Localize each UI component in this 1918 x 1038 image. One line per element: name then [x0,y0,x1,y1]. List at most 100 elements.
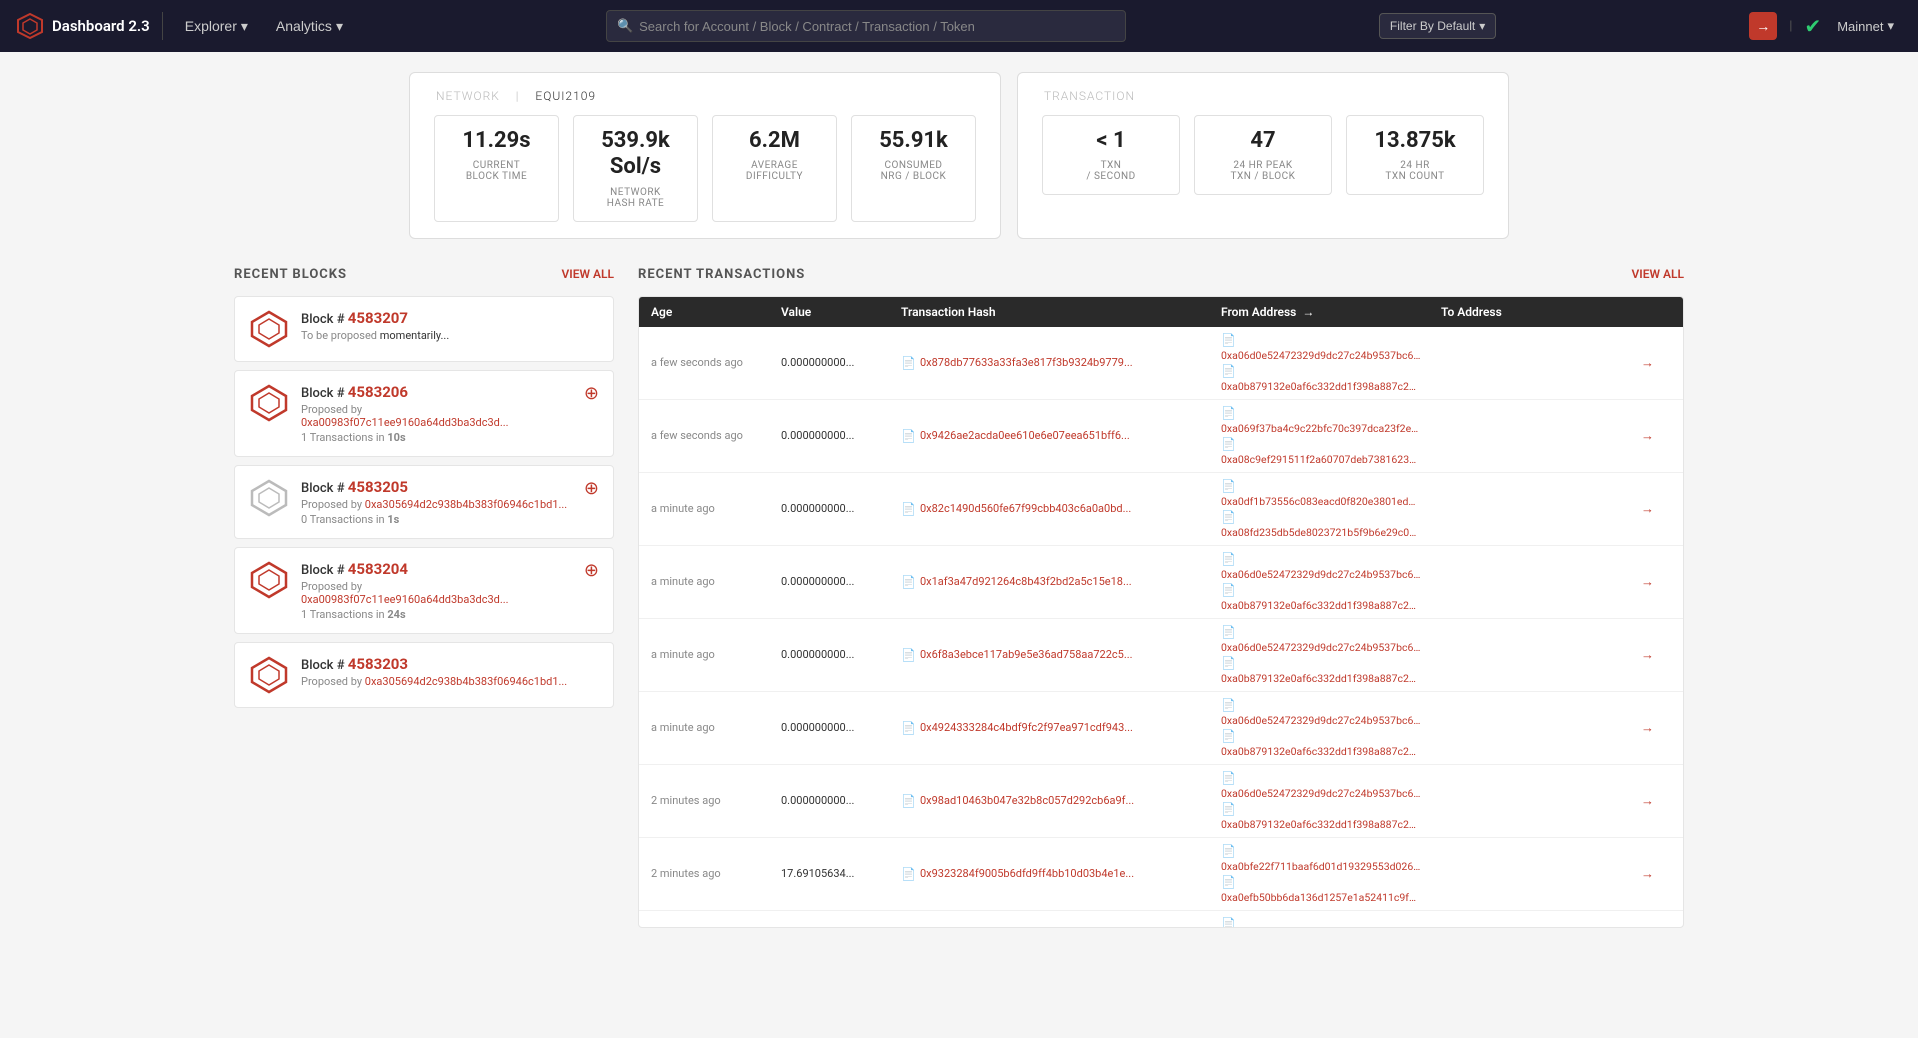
txn-hash[interactable]: 0x9426ae2acda0ee610e6e07eea651bff6... [920,429,1130,442]
stat-nrg-label: CONSUMEDNRG / BLOCK [862,160,965,182]
filter-button[interactable]: Filter By Default ▾ [1379,13,1496,39]
block-proposer-4583203[interactable]: 0xa305694d2c938b4b383f06946c1bd1... [365,675,567,688]
from-addr-2[interactable]: 0xa0b879132e0af6c332dd1f398a887c2c9aa1b3… [1221,745,1421,758]
txn-hash[interactable]: 0x6f8a3ebce117ab9e5e36ad758aa722c5... [920,648,1133,661]
table-row: a minute ago 0.000000000... 📄 0x6f8a3ebc… [639,619,1683,692]
txn-hash[interactable]: 0x9323284f9005b6dfd9ff4bb10d03b4e1e... [920,867,1134,880]
block-number-4583205: Block # 4583205 [301,478,572,496]
mainnet-chevron-icon: ▾ [1887,18,1894,34]
from-addr-2[interactable]: 0xa08fd235db5de8023721b5f9b6e29c0ee52539… [1221,526,1421,539]
txn-hash[interactable]: 0x98ad10463b047e32b8c057d292cb6a9f... [920,794,1134,807]
block-proposer-4583206[interactable]: 0xa00983f07c11ee9160a64dd3ba3dc3d... [301,416,509,429]
txn-hash[interactable]: 0x878db77633a33fa3e817f3b9324b9779... [920,356,1133,369]
from-addr-2[interactable]: 0xa0b879132e0af6c332dd1f398a887c2c9aa1b3… [1221,818,1421,831]
analytics-menu-button[interactable]: Analytics ▾ [266,12,353,41]
from-addr-1[interactable]: 0xa06d0e52472329d9dc27c24b9537bc6df22396… [1221,568,1421,581]
txns-view-all-link[interactable]: VIEW ALL [1631,267,1684,281]
txn-from-addresses: 📄 0xa0bfe22f711baaf6d01d19329553d026f252… [1221,844,1421,904]
table-row: a few seconds ago 0.000000000... 📄 0x942… [639,400,1683,473]
block-card-4583204: Block # 4583204 Proposed by 0xa00983f07c… [234,547,614,634]
block-card-4583205: Block # 4583205 Proposed by 0xa305694d2c… [234,465,614,539]
from-addr-2[interactable]: 0xa0efb50bb6da136d1257e1a52411c9f3fd154b… [1221,891,1421,904]
block-proposed-4583206: Proposed by 0xa00983f07c11ee9160a64dd3ba… [301,403,572,429]
txn-navigate-button[interactable]: → [1641,574,1671,590]
txn-doc-icon: 📄 [901,429,916,443]
block-expand-4583205[interactable]: ⊕ [584,478,599,499]
separator: | [1789,19,1792,34]
txn-navigate-button[interactable]: → [1641,793,1671,809]
col-age-header: Age [651,305,781,319]
navigate-button[interactable]: → [1749,12,1777,40]
txn-from-addresses: 📄 0xa06d0e52472329d9dc27c24b9537bc6df223… [1221,552,1421,612]
block-number-4583203: Block # 4583203 [301,655,599,673]
from-addr-1[interactable]: 0xa0df1b73556c083eacd0f820e3801ed593bd3a… [1221,495,1421,508]
status-check-icon: ✔ [1804,14,1821,38]
network-panel: NETWORK | EQUI2109 11.29s CURRENTBLOCK T… [409,72,1001,239]
from-addr-2[interactable]: 0xa0b879132e0af6c332dd1f398a887c2c9aa1b3… [1221,380,1421,393]
from-addr-1[interactable]: 0xa06d0e52472329d9dc27c24b9537bc6df22396… [1221,714,1421,727]
txn-from-addresses: 📄 0xa069f37ba4c9c22bfc70c397dca23f2eb736… [1221,917,1421,927]
block-proposer-4583205[interactable]: 0xa305694d2c938b4b383f06946c1bd1... [365,498,567,511]
block-proposer-4583204[interactable]: 0xa00983f07c11ee9160a64dd3ba3dc3d... [301,593,509,606]
from-addr-2[interactable]: 0xa0b879132e0af6c332dd1f398a887c2c9aa1b3… [1221,599,1421,612]
stat-difficulty-label: AVERAGEDIFFICULTY [723,160,826,182]
from-doc-icon-2: 📄 [1221,510,1421,524]
stat-txn-count-label: 24 HRTXN COUNT [1357,160,1473,182]
from-doc-icon-2: 📄 [1221,583,1421,597]
block-txns-4583205: 0 Transactions in 1s [301,513,572,526]
col-value-header: Value [781,305,901,319]
from-addr-1[interactable]: 0xa06d0e52472329d9dc27c24b9537bc6df22396… [1221,787,1421,800]
blocks-view-all-link[interactable]: VIEW ALL [561,267,614,281]
txn-navigate-button[interactable]: → [1641,647,1671,663]
search-bar: 🔍 [606,10,1126,42]
explorer-menu-button[interactable]: Explorer ▾ [175,12,258,41]
txn-age: a minute ago [651,502,781,515]
mainnet-button[interactable]: Mainnet ▾ [1829,13,1902,39]
txn-from-addresses: 📄 0xa06d0e52472329d9dc27c24b9537bc6df223… [1221,333,1421,393]
txn-navigate-button[interactable]: → [1641,720,1671,736]
from-doc-icon-1: 📄 [1221,917,1421,927]
txn-navigate-button[interactable]: → [1641,501,1671,517]
block-expand-4583204[interactable]: ⊕ [584,560,599,581]
recent-transactions-section: RECENT TRANSACTIONS VIEW ALL Age Value T… [638,267,1684,928]
from-doc-icon-1: 📄 [1221,406,1421,420]
txn-navigate-button[interactable]: → [1641,355,1671,371]
from-addr-1[interactable]: 0xa069f37ba4c9c22bfc70c397dca23f2eb73677… [1221,422,1421,435]
txn-value: 0.000000000... [781,575,901,588]
txn-age: a minute ago [651,721,781,734]
txn-hash[interactable]: 0x82c1490d560fe67f99cbb403c6a0a0bd... [920,502,1131,515]
search-input[interactable] [633,19,1115,34]
stat-txn-count: 13.875k 24 HRTXN COUNT [1346,115,1484,195]
txn-doc-icon: 📄 [901,867,916,881]
from-addr-1[interactable]: 0xa0bfe22f711baaf6d01d19329553d026f2528f… [1221,860,1421,873]
txn-hash-wrap: 📄 0x82c1490d560fe67f99cbb403c6a0a0bd... [901,502,1221,516]
block-actions-4583204: ⊕ [584,560,599,581]
from-addr-2[interactable]: 0xa0b879132e0af6c332dd1f398a887c2c9aa1b3… [1221,672,1421,685]
from-doc-icon-1: 📄 [1221,625,1421,639]
txn-hash[interactable]: 0x4924333284c4bdf9fc2f97ea971cdf943... [920,721,1133,734]
txn-hash-wrap: 📄 0x1af3a47d921264c8b43f2bd2a5c15e18... [901,575,1221,589]
txn-doc-icon: 📄 [901,502,916,516]
transaction-stats-row: < 1 TXN/ SECOND 47 24 HR PEAKTXN / BLOCK… [1038,115,1488,195]
brand-icon [16,12,44,40]
recent-blocks-section: RECENT BLOCKS VIEW ALL Block # 4583207 T… [234,267,614,928]
brand-logo-area: Dashboard 2.3 [16,12,163,40]
txn-navigate-button[interactable]: → [1641,866,1671,882]
blocks-section-title: RECENT BLOCKS [234,267,347,282]
block-expand-4583206[interactable]: ⊕ [584,383,599,404]
txn-from-addresses: 📄 0xa06d0e52472329d9dc27c24b9537bc6df223… [1221,625,1421,685]
txn-navigate-button[interactable]: → [1641,428,1671,444]
network-panel-label: NETWORK | EQUI2109 [430,89,980,103]
from-addr-1[interactable]: 0xa06d0e52472329d9dc27c24b9537bc6df22396… [1221,641,1421,654]
stat-nrg-value: 55.91k [862,128,965,154]
main-content: NETWORK | EQUI2109 11.29s CURRENTBLOCK T… [0,52,1918,948]
txn-from-addresses: 📄 0xa06d0e52472329d9dc27c24b9537bc6df223… [1221,771,1421,831]
txn-hash[interactable]: 0x1af3a47d921264c8b43f2bd2a5c15e18... [920,575,1132,588]
block-icon-4583206 [249,383,289,423]
txn-doc-icon: 📄 [901,648,916,662]
from-addr-2[interactable]: 0xa08c9ef291511f2a60707deb73816234b2900c… [1221,453,1421,466]
col-to-header: To Address [1441,305,1641,319]
from-addr-1[interactable]: 0xa06d0e52472329d9dc27c24b9537bc6df22396… [1221,349,1421,362]
block-card-4583203: Block # 4583203 Proposed by 0xa305694d2c… [234,642,614,708]
table-row: a minute ago 0.000000000... 📄 0x82c1490d… [639,473,1683,546]
